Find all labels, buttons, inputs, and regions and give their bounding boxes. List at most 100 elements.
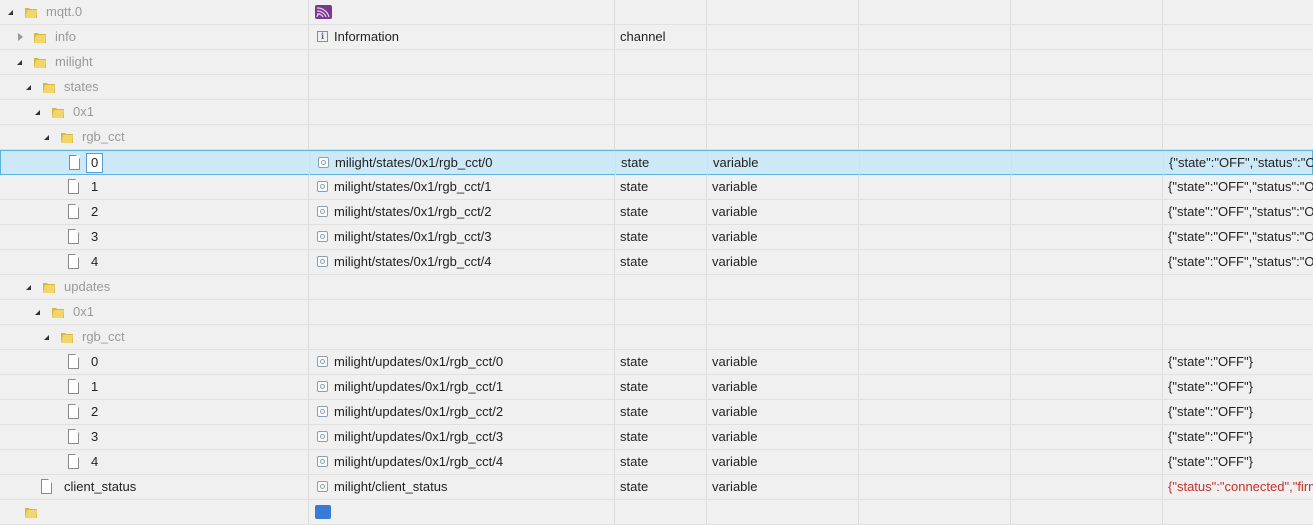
role-cell [707, 75, 859, 99]
room-cell [859, 50, 1011, 74]
tree-row-state-0-selected[interactable]: 0 milight/states/0x1/rgb_cct/0 state var… [0, 150, 1313, 175]
id-cell: rgb_cct [0, 325, 309, 349]
value-cell[interactable]: {"state":"OFF","status":"ON"} [1163, 200, 1313, 224]
value-cell [1163, 275, 1313, 299]
role-cell: variable [707, 350, 859, 374]
state-icon [317, 356, 328, 368]
function-cell [1011, 325, 1163, 349]
function-cell [1011, 100, 1163, 124]
id-cell: 2 [0, 200, 309, 224]
tree-row-updates[interactable]: updates [0, 275, 1313, 300]
value-cell[interactable]: {"state":"OFF","status":"ON"} [1163, 250, 1313, 274]
value-cell[interactable]: {"state":"OFF","status":"ON"} [1163, 225, 1313, 249]
state-icon [317, 181, 328, 193]
value-cell [1163, 325, 1313, 349]
collapse-arrow-icon[interactable] [35, 310, 40, 315]
name-cell [309, 50, 615, 74]
collapse-arrow-icon[interactable] [8, 10, 13, 15]
collapse-arrow-icon[interactable] [35, 110, 40, 115]
collapse-arrow-icon[interactable] [26, 85, 31, 90]
value-cell[interactable]: {"state":"OFF","status":"ON"} [1164, 151, 1313, 175]
tree-row-state-3[interactable]: 3 milight/states/0x1/rgb_cct/3 state var… [0, 225, 1313, 250]
collapse-arrow-icon[interactable] [44, 135, 49, 140]
collapse-arrow-icon[interactable] [17, 60, 22, 65]
tree-row-state-2[interactable]: 2 milight/states/0x1/rgb_cct/2 state var… [0, 200, 1313, 225]
tree-row-update-1[interactable]: 1 milight/updates/0x1/rgb_cct/1 state va… [0, 375, 1313, 400]
role-cell: variable [707, 200, 859, 224]
folder-open-icon [61, 333, 73, 343]
tree-row-next-adapter-partial[interactable] [0, 500, 1313, 525]
name-cell: milight/states/0x1/rgb_cct/4 [309, 250, 615, 274]
tree-row-update-2[interactable]: 2 milight/updates/0x1/rgb_cct/2 state va… [0, 400, 1313, 425]
type-cell: state [615, 250, 707, 274]
id-cell: info [0, 25, 309, 49]
name-cell [309, 125, 615, 149]
tree-label: 3 [91, 229, 99, 244]
state-icon [317, 456, 328, 468]
role-cell: variable [707, 175, 859, 199]
id-cell: 4 [0, 450, 309, 474]
folder-open-icon [34, 58, 46, 68]
role-cell: variable [707, 400, 859, 424]
name-cell [309, 300, 615, 324]
tree-row-0x1[interactable]: 0x1 [0, 100, 1313, 125]
tree-label: 2 [91, 204, 99, 219]
role-cell [707, 125, 859, 149]
value-cell[interactable]: {"status":"connected","firmware"} [1163, 475, 1313, 499]
tree-row-state-1[interactable]: 1 milight/states/0x1/rgb_cct/1 state var… [0, 175, 1313, 200]
id-cell: rgb_cct [0, 125, 309, 149]
expand-arrow-icon[interactable] [18, 33, 23, 41]
name-cell: milight/states/0x1/rgb_cct/1 [309, 175, 615, 199]
tree-row-update-3[interactable]: 3 milight/updates/0x1/rgb_cct/3 state va… [0, 425, 1313, 450]
value-cell[interactable]: {"state":"OFF"} [1163, 425, 1313, 449]
state-icon [317, 406, 328, 418]
value-cell[interactable]: {"state":"OFF"} [1163, 450, 1313, 474]
id-cell: client_status [0, 475, 309, 499]
value-cell[interactable]: {"state":"OFF"} [1163, 375, 1313, 399]
tree-row-state-4[interactable]: 4 milight/states/0x1/rgb_cct/4 state var… [0, 250, 1313, 275]
object-name: milight/client_status [334, 479, 448, 494]
collapse-arrow-icon[interactable] [26, 285, 31, 290]
folder-open-icon [52, 108, 64, 118]
name-cell: milight/states/0x1/rgb_cct/0 [310, 151, 616, 175]
room-cell [859, 175, 1011, 199]
room-cell [859, 375, 1011, 399]
tree-row-0x1[interactable]: 0x1 [0, 300, 1313, 325]
role-cell: variable [707, 425, 859, 449]
tree-row-mqtt0[interactable]: mqtt.0 [0, 0, 1313, 25]
id-cell: 3 [0, 225, 309, 249]
function-cell [1012, 151, 1164, 175]
tree-label: states [64, 79, 99, 94]
room-cell [859, 350, 1011, 374]
type-cell: channel [615, 25, 707, 49]
tree-row-rgb-cct[interactable]: rgb_cct [0, 125, 1313, 150]
tree-row-info[interactable]: info i Information channel [0, 25, 1313, 50]
tree-row-states[interactable]: states [0, 75, 1313, 100]
tree-row-client-status[interactable]: client_status milight/client_status stat… [0, 475, 1313, 500]
folder-open-icon [43, 283, 55, 293]
tree-row-rgb-cct[interactable]: rgb_cct [0, 325, 1313, 350]
value-cell[interactable]: {"state":"OFF"} [1163, 350, 1313, 374]
value-cell [1163, 100, 1313, 124]
id-cell: 4 [0, 250, 309, 274]
tree-row-update-0[interactable]: 0 milight/updates/0x1/rgb_cct/0 state va… [0, 350, 1313, 375]
function-cell [1011, 450, 1163, 474]
tree-row-milight[interactable]: milight [0, 50, 1313, 75]
role-cell [707, 100, 859, 124]
collapse-arrow-icon[interactable] [44, 335, 49, 340]
object-name: milight/states/0x1/rgb_cct/3 [334, 229, 492, 244]
value-cell[interactable]: {"state":"OFF","status":"ON"} [1163, 175, 1313, 199]
name-cell [309, 275, 615, 299]
tree-label[interactable]: 0 [86, 153, 104, 173]
name-cell [309, 100, 615, 124]
room-cell [859, 100, 1011, 124]
folder-open-icon [25, 8, 37, 18]
type-cell: state [615, 200, 707, 224]
name-cell: milight/updates/0x1/rgb_cct/4 [309, 450, 615, 474]
role-cell [707, 325, 859, 349]
id-cell: 0 [1, 151, 310, 175]
file-icon [68, 229, 79, 244]
tree-row-update-4[interactable]: 4 milight/updates/0x1/rgb_cct/4 state va… [0, 450, 1313, 475]
id-cell: mqtt.0 [0, 0, 309, 24]
value-cell[interactable]: {"state":"OFF"} [1163, 400, 1313, 424]
